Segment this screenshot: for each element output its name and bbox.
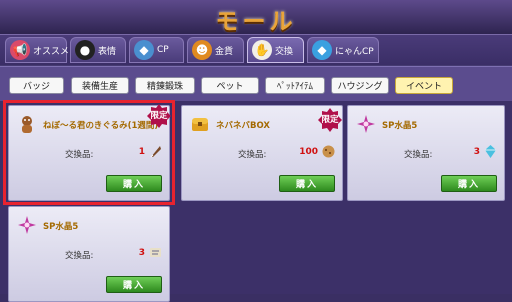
item-name: SP水晶5 [43,222,79,232]
cp-diamond-icon: ◆ [134,40,154,60]
title-bar: モール [0,0,512,35]
scroll-icon [150,248,161,257]
buy-button[interactable]: 購入 [106,276,162,293]
filter-pet[interactable]: ペット [201,77,259,94]
filter-event[interactable]: イベント [395,77,453,94]
tab-osusume[interactable]: 📢 オススメ [5,37,69,63]
item-name: ネバネバBOX [216,121,270,131]
sp-crystal-icon [357,115,375,133]
item-card: SP水晶5 交換品: 3 購入 [347,105,505,201]
filter-pet-item[interactable]: ﾍﾟｯﾄｱｲﾃﾑ [265,77,325,94]
face-icon: ● [75,40,95,60]
filter-badge[interactable]: バッジ [9,77,64,94]
exchange-label: 交換品: [238,150,267,160]
exchange-label: 交換品: [65,251,94,261]
megaphone-icon: 📢 [10,40,30,60]
cat-cp-icon: ◆ [312,40,332,60]
buy-button[interactable]: 購入 [441,175,497,192]
buy-button[interactable]: 購入 [279,175,335,192]
item-quantity: 100 [299,147,318,157]
window-title: モール [215,9,297,35]
limited-badge: 限定 [317,107,343,133]
filter-bar: バッジ 装備生産 精錬鍛珠 ペット ﾍﾟｯﾄｱｲﾃﾑ ハウジング イベント [0,66,512,102]
treasure-box-icon [192,118,208,131]
selection-highlight [3,100,175,205]
tab-exchange[interactable]: ✋ 交換 [247,37,304,63]
tab-expression[interactable]: ● 表情 [70,37,126,63]
exchange-icon: ✋ [252,40,272,60]
tab-nyan-cp[interactable]: ◆ にゃんCP [307,37,379,63]
filter-refining[interactable]: 精錬鍛珠 [135,77,195,94]
filter-equipment-crafting[interactable]: 装備生産 [71,77,129,94]
item-quantity: 3 [138,248,145,258]
tab-cp[interactable]: ◆ CP [129,37,184,63]
sp-crystal-icon [18,216,36,234]
cookie-icon [322,145,335,158]
filter-housing[interactable]: ハウジング [331,77,389,94]
coin-icon: ☻ [192,40,212,60]
tab-gold[interactable]: ☻ 金貨 [187,37,244,63]
item-name: SP水晶5 [382,121,418,131]
category-tabs: 📢 オススメ ● 表情 ◆ CP ☻ 金貨 ✋ 交換 ◆ にゃんCP [0,35,512,65]
item-card: SP水晶5 交換品: 3 購入 [8,206,170,302]
crystal-cost-icon [485,145,496,158]
item-quantity: 3 [473,147,480,157]
exchange-label: 交換品: [404,150,433,160]
